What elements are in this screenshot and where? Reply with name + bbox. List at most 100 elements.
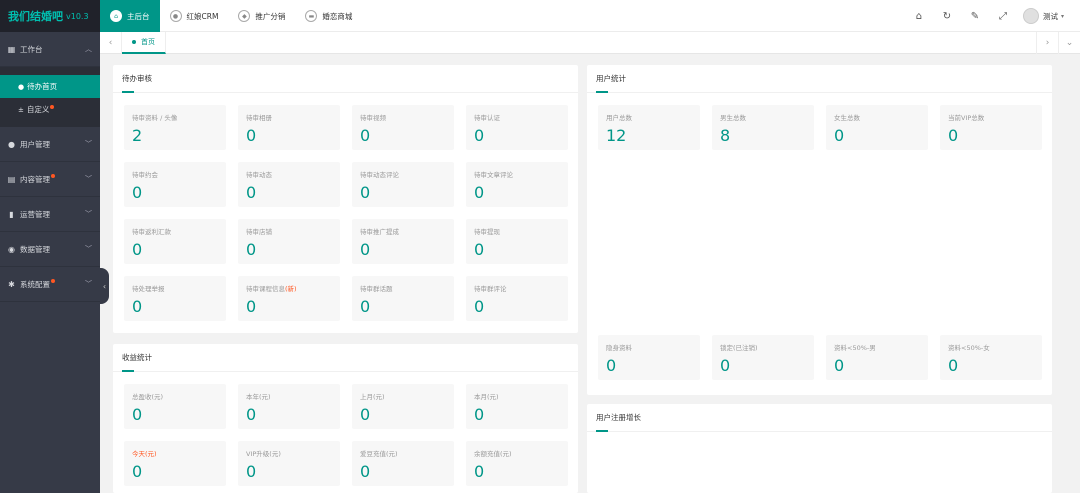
stat-label: 待审提现	[474, 226, 560, 236]
clear-cache-icon[interactable]: ✎	[961, 11, 989, 22]
chevron-down-icon: ﹀	[85, 175, 92, 183]
page-tab-home[interactable]: 首页	[122, 32, 166, 54]
topnav-tab-label: 婚恋商城	[322, 11, 353, 21]
tabs-menu-chevron-icon[interactable]: ⌄	[1058, 32, 1080, 54]
stat-value: 0	[720, 356, 731, 375]
stat-value: 0	[132, 405, 143, 424]
stat-label: 用户总数	[606, 112, 692, 122]
stat-label: 待审视频	[360, 112, 446, 122]
pending-stat-tile[interactable]: 待审群话题 0	[352, 276, 454, 321]
tabs-scroll-right-icon[interactable]: ›	[1036, 32, 1058, 54]
stat-label-text: 爱豆充值(元)	[360, 450, 398, 458]
app-logo[interactable]: 我们结婚吧 v10.3	[0, 0, 100, 32]
pending-stat-tile[interactable]: 待审推广提成 0	[352, 219, 454, 264]
income-stat-tile[interactable]: 今天(元) 0	[124, 441, 226, 486]
user-stat-tile[interactable]: 隐身资料 0	[598, 335, 700, 380]
income-stat-tile[interactable]: 上月(元) 0	[352, 384, 454, 429]
income-stat-tile[interactable]: VIP升级(元) 0	[238, 441, 340, 486]
pending-stat-tile[interactable]: 待审返利汇款 0	[124, 219, 226, 264]
pending-stat-tile[interactable]: 待审资料 / 头像 2	[124, 105, 226, 150]
card-title: 用户统计	[587, 65, 1052, 93]
pending-stat-tile[interactable]: 待审动态评论 0	[352, 162, 454, 207]
pending-stat-tile[interactable]: 待审课程信息(新) 0	[238, 276, 340, 321]
stat-label-text: 女生总数	[834, 114, 860, 122]
stat-label-text: 资料<50%-男	[834, 344, 876, 352]
sidebar-item-label: 用户管理	[20, 139, 50, 149]
stat-value: 0	[246, 462, 257, 481]
sidebar-item-data[interactable]: ◉ 数据管理 ﹀	[0, 232, 100, 267]
sidebar-collapse-handle[interactable]: ‹	[100, 268, 109, 304]
income-stat-tile[interactable]: 余额充值(元) 0	[466, 441, 568, 486]
pending-stat-tile[interactable]: 待审相册 0	[238, 105, 340, 150]
pending-stat-tile[interactable]: 待审动态 0	[238, 162, 340, 207]
sidebar-subitem-label: 自定义	[26, 105, 50, 114]
stat-label-text: 待审视频	[360, 114, 386, 122]
stat-label-new-tag: (新)	[285, 285, 297, 293]
user-stat-tile[interactable]: 女生总数 0	[826, 105, 928, 150]
topnav-tab-distribution[interactable]: ◆ 推广分销	[228, 0, 295, 32]
sidebar-item-label: 运营管理	[20, 209, 50, 219]
stat-label: 待审群评论	[474, 283, 560, 293]
stat-label-text: 余额充值(元)	[474, 450, 512, 458]
stat-label: 待审认证	[474, 112, 560, 122]
stat-label-text: 本月(元)	[474, 393, 499, 401]
user-stat-tile[interactable]: 资料<50%-男 0	[826, 335, 928, 380]
stat-value: 0	[360, 462, 371, 481]
pending-stat-tile[interactable]: 待审约会 0	[124, 162, 226, 207]
topnav-tab-main[interactable]: ⌂ 主后台	[100, 0, 160, 32]
stat-label-text: 待审资料 / 头像	[132, 114, 178, 122]
user-stat-tile[interactable]: 用户总数 12	[598, 105, 700, 150]
stat-value: 0	[948, 126, 959, 145]
stat-label-text: 待审文章评论	[474, 171, 513, 179]
topnav-tab-mall[interactable]: ▬ 婚恋商城	[295, 0, 362, 32]
sidebar-subitem-custom[interactable]: ± 自定义	[0, 98, 100, 121]
income-stat-tile[interactable]: 本年(元) 0	[238, 384, 340, 429]
pending-stat-tile[interactable]: 待审店铺 0	[238, 219, 340, 264]
pending-stat-tile[interactable]: 待审文章评论 0	[466, 162, 568, 207]
sidebar-subitem-todo-home[interactable]: ● 待办首页	[0, 75, 100, 98]
user-stat-tile[interactable]: 男生总数 8	[712, 105, 814, 150]
notification-dot	[50, 104, 55, 109]
database-icon: ◉	[8, 244, 15, 254]
stat-value: 0	[246, 183, 257, 202]
user-stat-tile[interactable]: 当前VIP总数 0	[940, 105, 1042, 150]
stat-label: 女生总数	[834, 112, 920, 122]
sidebar-item-system[interactable]: ✱ 系统配置 ﹀	[0, 267, 100, 302]
home-icon[interactable]: ⌂	[905, 11, 933, 22]
sidebar-item-label: 工作台	[20, 44, 43, 54]
tabs-scroll-left-icon[interactable]: ‹	[100, 32, 122, 54]
refresh-icon[interactable]: ↻	[933, 11, 961, 22]
stat-value: 0	[360, 183, 371, 202]
income-stat-tile[interactable]: 本月(元) 0	[466, 384, 568, 429]
pending-stat-tile[interactable]: 待审群评论 0	[466, 276, 568, 321]
stat-label-text: 待审动态评论	[360, 171, 399, 179]
sidebar-item-label: 系统配置	[20, 279, 50, 289]
stat-label: 男生总数	[720, 112, 806, 122]
topnav-tab-crm[interactable]: ● 红娘CRM	[160, 0, 229, 32]
sidebar-item-users[interactable]: ● 用户管理 ﹀	[0, 127, 100, 162]
stat-label-text: 待审课程信息	[246, 285, 285, 293]
sidebar-item-label: 数据管理	[20, 244, 50, 254]
pending-stat-tile[interactable]: 待审提现 0	[466, 219, 568, 264]
sidebar-item-content[interactable]: ▤ 内容管理 ﹀	[0, 162, 100, 197]
stat-label-text: 待审推广提成	[360, 228, 399, 236]
app-version: v10.3	[66, 11, 89, 21]
income-stat-tile[interactable]: 总盈收(元) 0	[124, 384, 226, 429]
user-stat-tile[interactable]: 资料<50%-女 0	[940, 335, 1042, 380]
income-stat-tile[interactable]: 爱豆充值(元) 0	[352, 441, 454, 486]
pending-stat-tile[interactable]: 待审认证 0	[466, 105, 568, 150]
stat-label-text: 待审认证	[474, 114, 500, 122]
sidebar-item-operations[interactable]: ▮ 运营管理 ﹀	[0, 197, 100, 232]
pending-stat-tile[interactable]: 待审视频 0	[352, 105, 454, 150]
user-stat-tile[interactable]: 锁定(已注销) 0	[712, 335, 814, 380]
stat-label-text: 本年(元)	[246, 393, 271, 401]
stat-value: 0	[246, 297, 257, 316]
card-title: 待办审核	[113, 65, 578, 93]
stat-label: 本月(元)	[474, 391, 560, 401]
sidebar-item-workbench[interactable]: ▦ 工作台 ︿	[0, 32, 100, 67]
caret-down-icon[interactable]: ▾	[1061, 13, 1064, 20]
pending-stat-tile[interactable]: 待处理举报 0	[124, 276, 226, 321]
user-name[interactable]: 测试	[1043, 11, 1058, 22]
fullscreen-icon[interactable]: ⤢	[989, 11, 1017, 22]
avatar[interactable]	[1022, 8, 1039, 24]
